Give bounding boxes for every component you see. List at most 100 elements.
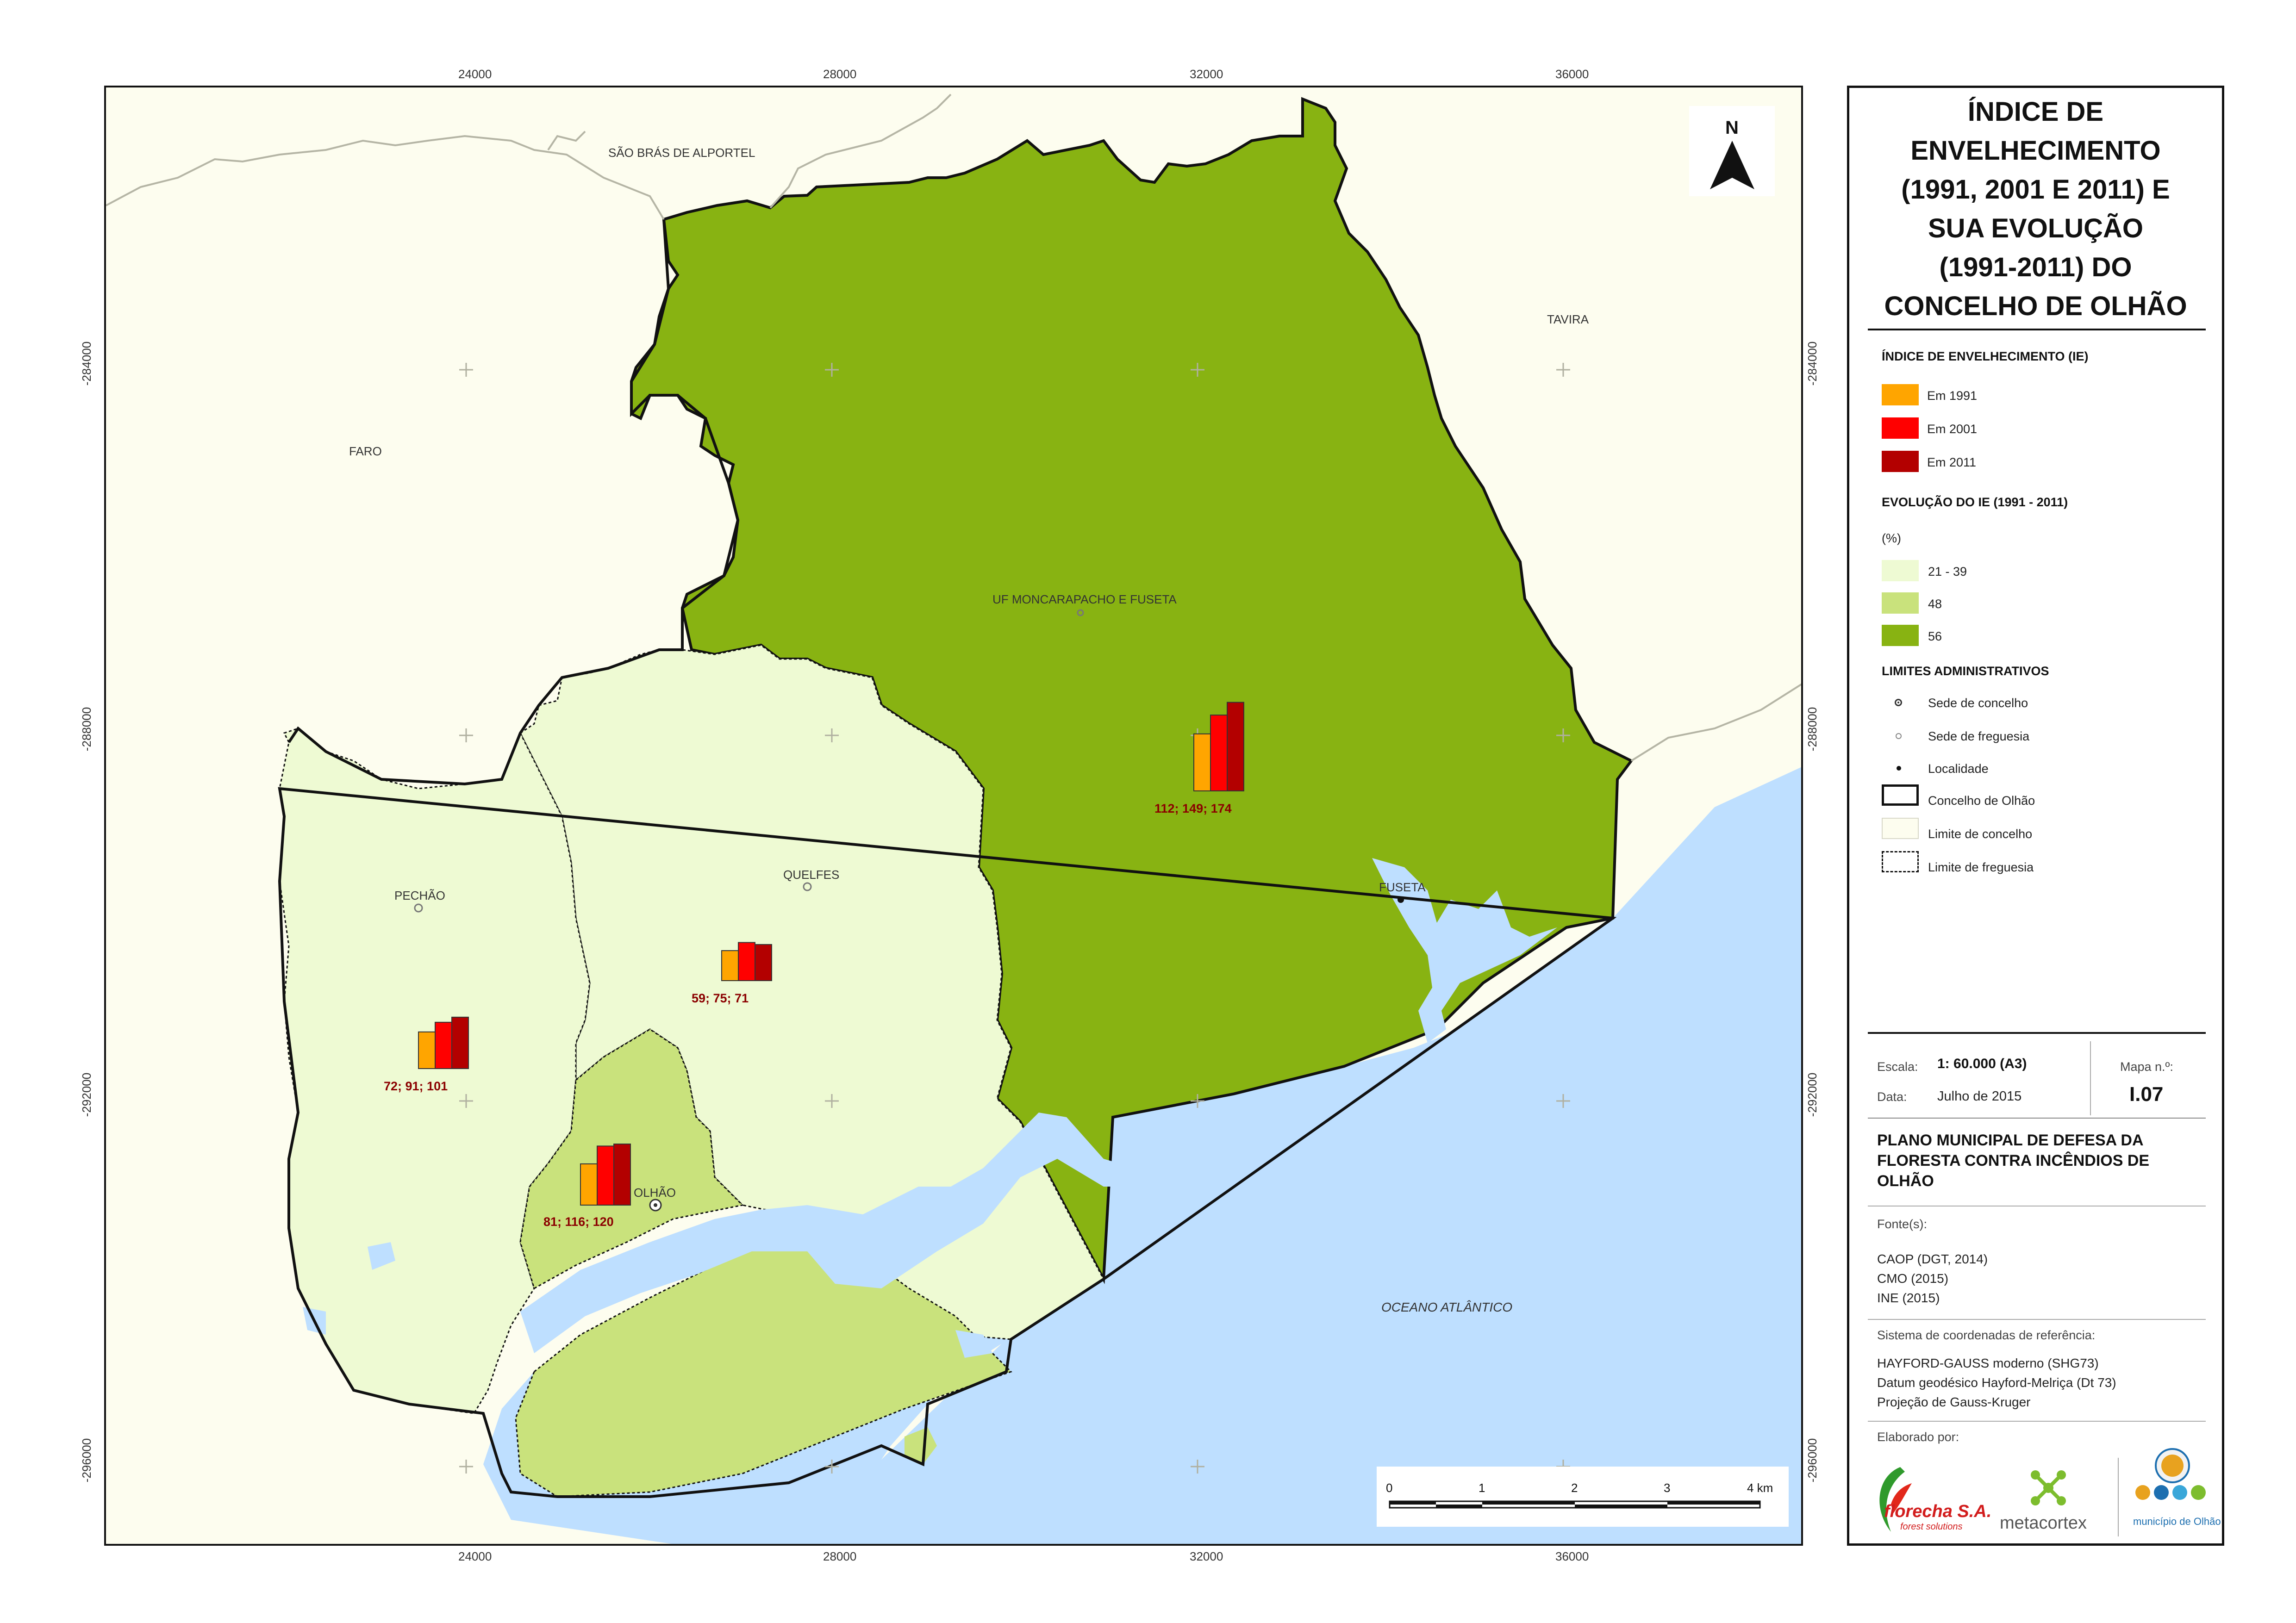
map-frame[interactable]: SÃO BRÁS DE ALPORTEL TAVIRA FARO UF MONC… [104,86,1803,1546]
bar-olhao-2001 [597,1145,614,1206]
legend-title-line: (1991-2011) DO [1939,252,2132,282]
sede-freguesia-icon [1896,733,1902,739]
legend-title-line: ENVELHECIMENTO [1910,136,2161,166]
bar-label-moncarapacho: 112; 149; 174 [1154,802,1232,815]
coord-left-284000: -284000 [80,341,94,386]
legend-title: ÍNDICE DE ENVELHECIMENTO (1991, 2001 E 2… [1859,93,2213,326]
evo-item-21-39: 21 - 39 [1928,565,1967,578]
limit-item-limite-freguesia: Limite de freguesia [1928,860,2034,874]
bar-olhao-1991 [580,1163,598,1206]
scale-tick-0: 0 [1386,1481,1392,1495]
limit-item-limite-concelho: Limite de concelho [1928,827,2033,841]
coord-bottom-24000: 24000 [458,1549,492,1563]
legend-panel: ÍNDICE DE ENVELHECIMENTO (1991, 2001 E 2… [1847,86,2224,1546]
swatch-evo-21-39 [1882,560,1919,581]
legend-title-line: (1991, 2001 E 2011) E [1901,174,2170,205]
bar-olhao-2011 [613,1144,631,1206]
swatch-2011 [1882,451,1919,472]
source-item: INE (2015) [1877,1291,1940,1305]
coord-right-292000: -292000 [1805,1072,1820,1117]
map-canvas[interactable]: SÃO BRÁS DE ALPORTEL TAVIRA FARO UF MONC… [106,87,1803,1546]
crs-item: Projeção de Gauss-Kruger [1877,1395,2031,1409]
coord-left-288000: -288000 [80,707,94,752]
crs-item: Datum geodésico Hayford-Melriça (Dt 73) [1877,1375,2116,1390]
metacortex-x-icon [2031,1470,2066,1505]
label-moncarapacho: UF MONCARAPACHO E FUSETA [992,592,1177,606]
swatch-limite-concelho [1882,818,1919,839]
municipio-crest-icon [2135,1448,2206,1500]
florecha-name: florecha S.A. [1884,1502,1992,1521]
swatch-evo-48 [1882,592,1919,614]
bar-label-olhao: 81; 116; 120 [543,1215,614,1229]
bar-moncarapacho-1991 [1193,733,1211,792]
label-quelfes: QUELFES [783,868,839,882]
title-rule [1868,329,2206,330]
florecha-logo: florecha S.A. forest solutions [1868,1458,1992,1536]
info-rule-2 [1868,1118,2206,1119]
evo-item-48: 48 [1928,597,1942,611]
ie-item-1991: Em 1991 [1927,389,1978,403]
municipio-logo: município de Olhão [2126,1446,2221,1539]
coord-right-296000: -296000 [1805,1438,1820,1483]
point-olhao-center [654,1203,657,1207]
bar-pechao-2011 [451,1016,469,1069]
florecha-subtitle: forest solutions [1900,1522,1963,1532]
scale-tick-4: 4 km [1747,1481,1773,1495]
north-arrow: N [1689,106,1775,196]
logo-divider [2118,1458,2119,1536]
scale-label: Escala: [1877,1060,1918,1074]
bar-label-pechao: 72; 91; 101 [384,1079,448,1093]
bar-pechao-2001 [435,1021,452,1069]
swatch-concelho [1882,784,1919,806]
evo-item-56: 56 [1928,629,1942,643]
crs-item: HAYFORD-GAUSS moderno (SHG73) [1877,1356,2099,1370]
coord-top-36000: 36000 [1555,67,1589,81]
legend-title-line: SUA EVOLUÇÃO [1928,213,2144,243]
scale-tick-1: 1 [1479,1481,1485,1495]
evo-heading: EVOLUÇÃO DO IE (1991 - 2011) [1882,495,2068,509]
info-rule-5 [1868,1421,2206,1422]
info-vertical-rule [2090,1041,2091,1115]
made-by-label: Elaborado por: [1877,1430,1959,1444]
map-no-value: I.07 [2129,1083,2164,1106]
swatch-limite-freguesia [1882,851,1919,872]
metacortex-name: metacortex [2000,1513,2087,1533]
plan-title: PLANO MUNICIPAL DE DEFESA DA FLORESTA CO… [1877,1132,2150,1190]
date-label: Data: [1877,1090,1907,1104]
label-ocean: OCEANO ATLÂNTICO [1381,1300,1512,1314]
metacortex-logo: metacortex [2000,1469,2102,1539]
coord-top-28000: 28000 [823,67,857,81]
bar-pechao-1991 [418,1031,436,1070]
label-tavira: TAVIRA [1547,312,1589,326]
label-pechao: PECHÃO [394,889,445,902]
crs-label: Sistema de coordenadas de referência: [1877,1328,2096,1342]
limit-item-sede-freguesia: Sede de freguesia [1928,729,2030,743]
evo-unit: (%) [1882,531,1901,545]
coord-left-292000: -292000 [80,1072,94,1117]
info-rule-4 [1868,1319,2206,1320]
scale-bar: 0 1 2 3 4 km [1377,1467,1789,1527]
sources-label: Fonte(s): [1877,1217,1928,1231]
swatch-evo-56 [1882,625,1919,646]
bar-moncarapacho-2001 [1210,715,1228,791]
coord-bottom-28000: 28000 [823,1549,857,1563]
label-faro: FARO [349,444,382,458]
bar-quelfes-2011 [755,944,772,982]
coord-top-32000: 32000 [1190,67,1223,81]
map-no-label: Mapa n.º: [2120,1060,2173,1074]
source-item: CMO (2015) [1877,1271,1949,1286]
ie-item-2011: Em 2011 [1927,455,1977,469]
coord-top-24000: 24000 [458,67,492,81]
bar-label-quelfes: 59; 75; 71 [692,991,749,1005]
ie-heading: ÍNDICE DE ENVELHECIMENTO (IE) [1882,349,2089,363]
scale-tick-3: 3 [1664,1481,1670,1495]
source-item: CAOP (DGT, 2014) [1877,1252,1988,1266]
point-fuseta [1398,896,1404,903]
scale-tick-2: 2 [1571,1481,1578,1495]
swatch-2001 [1882,417,1919,439]
bar-moncarapacho-2011 [1227,702,1244,791]
sede-concelho-dot-icon [1897,702,1899,703]
limit-item-sede-concelho: Sede de concelho [1928,696,2028,710]
label-olhao: OLHÃO [634,1186,676,1200]
limits-heading: LIMITES ADMINISTRATIVOS [1882,664,2049,678]
